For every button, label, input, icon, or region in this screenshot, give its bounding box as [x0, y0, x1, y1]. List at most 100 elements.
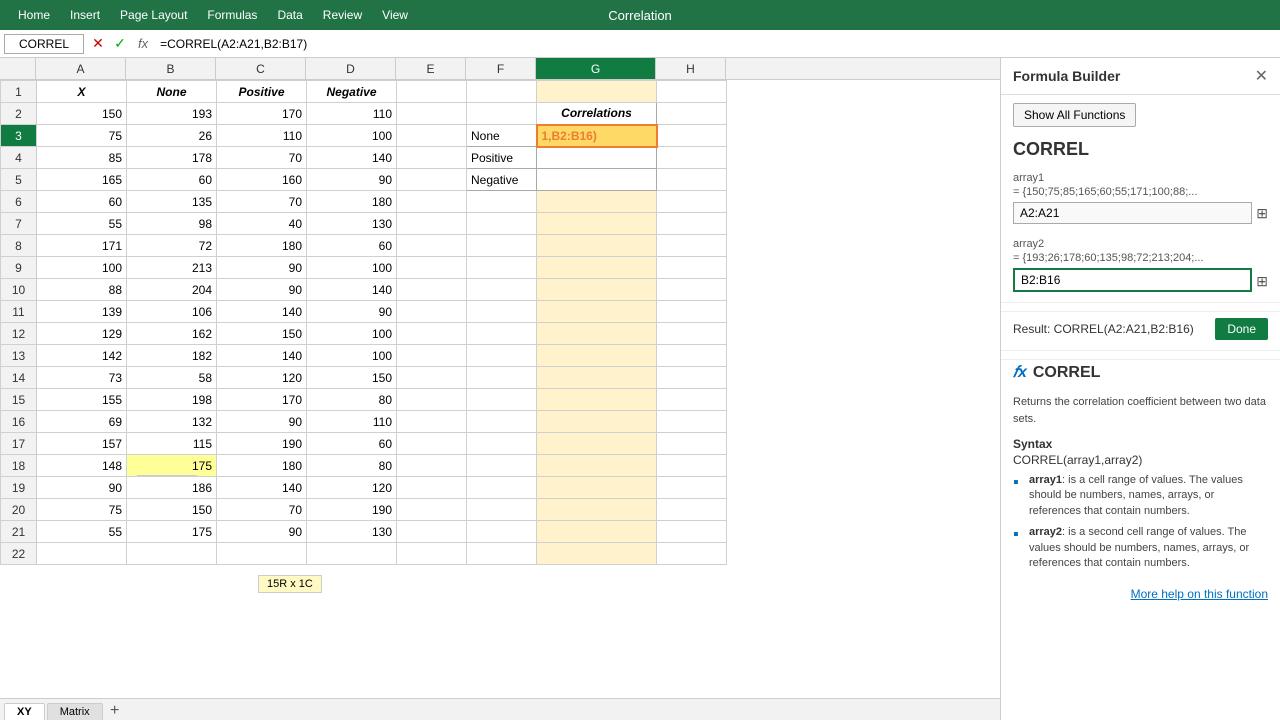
table-row: 9 10021390100	[1, 257, 727, 279]
more-help-link[interactable]: More help on this function	[1001, 579, 1280, 609]
cell-f1[interactable]	[467, 81, 537, 103]
cell-b5[interactable]: 60	[127, 169, 217, 191]
row-num-1: 1	[1, 81, 37, 103]
cell-d2[interactable]: 110	[307, 103, 397, 125]
cell-g3[interactable]: 1,B2:B16)	[537, 125, 657, 147]
cell-a3[interactable]: 75	[37, 125, 127, 147]
name-box[interactable]	[4, 34, 84, 54]
col-header-g[interactable]: G	[536, 58, 656, 79]
cell-b2[interactable]: 193	[127, 103, 217, 125]
table-row: 5 165 60 160 90 Negative	[1, 169, 727, 191]
cell-c4[interactable]: 70	[217, 147, 307, 169]
menu-home[interactable]: Home	[8, 4, 60, 26]
cell-h1[interactable]	[657, 81, 727, 103]
cell-g1[interactable]	[537, 81, 657, 103]
array2-preview: = {193;26;178;60;135;98;72;213;204;...	[1013, 252, 1268, 264]
cell-a1[interactable]: X	[37, 81, 127, 103]
cell-b1[interactable]: None	[127, 81, 217, 103]
result-row: Result: CORREL(A2:A21,B2:B16) Done	[1001, 311, 1280, 346]
cell-h3[interactable]	[657, 125, 727, 147]
menu-data[interactable]: Data	[267, 4, 312, 26]
table-row: 17 15711519060	[1, 433, 727, 455]
cell-f2[interactable]	[467, 103, 537, 125]
cell-d5[interactable]: 90	[307, 169, 397, 191]
cell-c3[interactable]: 110	[217, 125, 307, 147]
cell-g5[interactable]	[537, 169, 657, 191]
cell-b4[interactable]: 178	[127, 147, 217, 169]
row-num-2: 2	[1, 103, 37, 125]
cell-h5[interactable]	[657, 169, 727, 191]
cell-a5[interactable]: 165	[37, 169, 127, 191]
cell-d4[interactable]: 140	[307, 147, 397, 169]
cell-c5[interactable]: 160	[217, 169, 307, 191]
formula-builder-header: Formula Builder ✕	[1001, 58, 1280, 95]
formula-input[interactable]	[156, 35, 1276, 53]
cell-a4[interactable]: 85	[37, 147, 127, 169]
formula-builder-title: Formula Builder	[1013, 68, 1120, 84]
array1-preview: = {150;75;85;165;60;55;171;100;88;...	[1013, 186, 1268, 198]
cell-e2[interactable]	[397, 103, 467, 125]
array2-section: array2 = {193;26;178;60;135;98;72;213;20…	[1001, 234, 1280, 298]
cell-g4[interactable]	[537, 147, 657, 169]
add-sheet-button[interactable]: +	[105, 702, 125, 720]
table-row: 14 7358120150	[1, 367, 727, 389]
menu-insert[interactable]: Insert	[60, 4, 110, 26]
table-row: 15 15519817080	[1, 389, 727, 411]
array1-collapse-icon[interactable]: ⊞	[1256, 205, 1268, 222]
sheet-tabs: XY Matrix +	[0, 698, 1000, 720]
table-row: 22	[1, 543, 727, 565]
cell-c2[interactable]: 170	[217, 103, 307, 125]
cell-e5[interactable]	[397, 169, 467, 191]
row-num-5: 5	[1, 169, 37, 191]
grid-container: 1 X None Positive Negative 2 150 193 170	[0, 80, 1000, 698]
sheet-tab-matrix[interactable]: Matrix	[47, 703, 103, 720]
cell-e1[interactable]	[397, 81, 467, 103]
done-button[interactable]: Done	[1215, 318, 1268, 340]
col-header-e[interactable]: E	[396, 58, 466, 79]
cell-e4[interactable]	[397, 147, 467, 169]
formula-builder-close[interactable]: ✕	[1255, 66, 1268, 86]
cell-f4[interactable]: Positive	[467, 147, 537, 169]
col-header-f[interactable]: F	[466, 58, 536, 79]
table-row: 20 7515070190	[1, 499, 727, 521]
col-header-a[interactable]: A	[36, 58, 126, 79]
sheet-tab-xy[interactable]: XY	[4, 703, 45, 720]
bullet-dot-2: ▪	[1013, 525, 1021, 571]
cell-a2[interactable]: 150	[37, 103, 127, 125]
table-row: 8 1717218060	[1, 235, 727, 257]
cell-d1[interactable]: Negative	[307, 81, 397, 103]
col-header-h[interactable]: H	[656, 58, 726, 79]
bullet-label-2: array2	[1029, 526, 1062, 538]
col-header-b[interactable]: B	[126, 58, 216, 79]
menu-review[interactable]: Review	[313, 4, 372, 26]
cell-d3[interactable]: 100	[307, 125, 397, 147]
menu-page-layout[interactable]: Page Layout	[110, 4, 197, 26]
cell-f3[interactable]: None	[467, 125, 537, 147]
window-title: Correlation	[608, 8, 672, 23]
table-row: 2 150 193 170 110 Correlations	[1, 103, 727, 125]
syntax-header: Syntax	[1001, 431, 1280, 453]
cell-g2[interactable]: Correlations	[537, 103, 657, 125]
col-header-c[interactable]: C	[216, 58, 306, 79]
cell-f5[interactable]: Negative	[467, 169, 537, 191]
table-row: 6 6013570180	[1, 191, 727, 213]
array2-collapse-icon[interactable]: ⊞	[1256, 273, 1268, 290]
array2-input[interactable]	[1013, 268, 1252, 292]
cell-h2[interactable]	[657, 103, 727, 125]
table-row: 13 142182140100	[1, 345, 727, 367]
array1-section: array1 = {150;75;85;165;60;55;171;100;88…	[1001, 168, 1280, 228]
cell-b3[interactable]: 26	[127, 125, 217, 147]
cell-e3[interactable]	[397, 125, 467, 147]
array1-input[interactable]	[1013, 202, 1252, 224]
cell-h4[interactable]	[657, 147, 727, 169]
confirm-icon[interactable]: ✓	[110, 34, 130, 54]
cell-b18[interactable]: 175 15R x 1C	[127, 455, 217, 477]
show-all-functions-button[interactable]: Show All Functions	[1013, 103, 1136, 127]
bullet-label-1: array1	[1029, 474, 1062, 486]
menu-view[interactable]: View	[372, 4, 418, 26]
col-header-d[interactable]: D	[306, 58, 396, 79]
cell-c1[interactable]: Positive	[217, 81, 307, 103]
menu-formulas[interactable]: Formulas	[197, 4, 267, 26]
row-num-corner	[0, 58, 36, 79]
cancel-icon[interactable]: ✕	[88, 34, 108, 54]
